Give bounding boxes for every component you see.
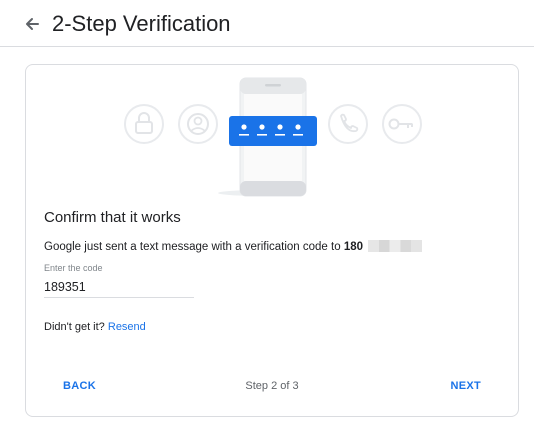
step-indicator: Step 2 of 3 [245, 380, 299, 392]
verification-card: Confirm that it works Google just sent a… [25, 64, 519, 417]
resend-prompt: Didn't get it? [44, 321, 105, 333]
phone-call-icon [328, 104, 368, 144]
app-header: 2-Step Verification [0, 0, 534, 47]
key-icon [382, 104, 422, 144]
verification-message: Google just sent a text message with a v… [44, 240, 423, 253]
code-field-label: Enter the code [44, 263, 103, 273]
phone-number: 180 [343, 241, 363, 253]
section-heading: Confirm that it works [44, 209, 181, 226]
account-circle-icon [178, 104, 218, 144]
redacted-phone-digits [368, 240, 423, 252]
verification-code-input[interactable] [44, 277, 194, 298]
page-title: 2-Step Verification [52, 11, 231, 36]
verification-illustration [124, 77, 422, 197]
arrow-left-icon[interactable] [22, 14, 42, 34]
message-text: Google just sent a text message with a v… [44, 241, 341, 253]
next-button[interactable]: NEXT [450, 380, 481, 392]
back-button[interactable]: BACK [63, 380, 96, 392]
lock-icon [124, 104, 164, 144]
password-dots-icon [229, 116, 317, 146]
resend-line: Didn't get it? Resend [44, 321, 146, 333]
resend-link[interactable]: Resend [108, 321, 146, 333]
